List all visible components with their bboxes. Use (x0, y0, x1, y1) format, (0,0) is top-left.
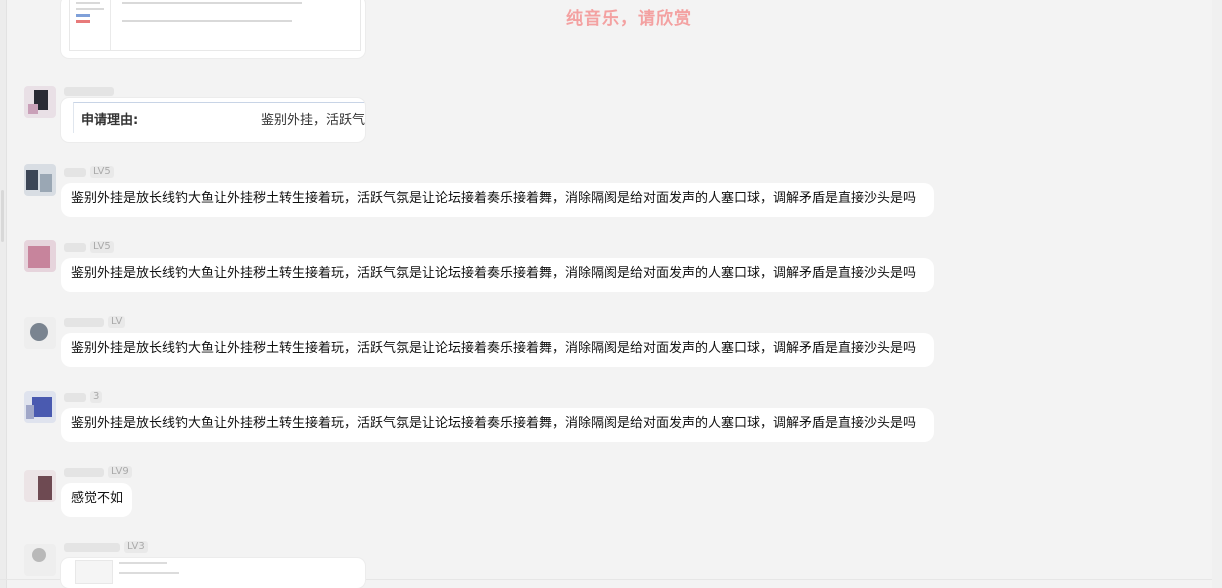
image-message-bottom[interactable] (61, 558, 365, 588)
resize-handle[interactable] (1, 190, 4, 242)
message-bubble[interactable]: 鉴别外挂是放长线钓大鱼让外挂秽土转生接着玩，活跃气氛是让论坛接着奏乐接着舞，消除… (61, 333, 934, 367)
avatar[interactable] (24, 164, 56, 196)
image-mark (76, 20, 90, 23)
image-preview (69, 0, 361, 51)
avatar[interactable] (24, 317, 56, 349)
sender-nickname: 3 (64, 391, 103, 403)
sender-nickname: LV5 (64, 241, 114, 253)
chat-message-list[interactable]: 纯音乐，请欣赏 申请理由: 鉴别外挂，活跃气氛 LV5 鉴别外挂是放长线钓大鱼 (0, 0, 1222, 588)
avatar[interactable] (24, 544, 56, 576)
image-message-top[interactable] (61, 0, 365, 58)
level-badge: LV5 (90, 241, 114, 253)
message-bubble[interactable]: 鉴别外挂是放长线钓大鱼让外挂秽土转生接着玩，活跃气氛是让论坛接着奏乐接着舞，消除… (61, 258, 934, 292)
avatar[interactable] (24, 240, 56, 272)
reason-value: 鉴别外挂，活跃气氛 (261, 113, 365, 128)
level-badge: LV (108, 316, 126, 328)
level-badge: LV3 (124, 541, 148, 553)
image-line (76, 2, 100, 4)
sender-nickname: LV5 (64, 166, 114, 178)
message-bubble[interactable]: 鉴别外挂是放长线钓大鱼让外挂秽土转生接着玩，活跃气氛是让论坛接着奏乐接着舞，消除… (61, 408, 934, 442)
level-badge: LV9 (108, 466, 132, 478)
image-message-reason[interactable]: 申请理由: 鉴别外挂，活跃气氛 (61, 98, 365, 142)
reason-label: 申请理由: (81, 113, 139, 128)
image-line (122, 20, 292, 22)
scrollbar[interactable] (1212, 0, 1222, 588)
image-mark (76, 14, 90, 17)
image-line (122, 2, 302, 4)
sender-nickname: LV3 (64, 541, 148, 553)
avatar[interactable] (24, 470, 56, 502)
overlay-caption: 纯音乐，请欣赏 (566, 9, 692, 29)
avatar[interactable] (24, 86, 56, 118)
level-badge: LV5 (90, 166, 114, 178)
avatar[interactable] (24, 391, 56, 423)
level-badge: 3 (90, 391, 103, 403)
image-line (119, 562, 167, 564)
sender-nickname: LV (64, 316, 126, 328)
sender-nickname: LV9 (64, 466, 132, 478)
message-bubble[interactable]: 感觉不如 (61, 483, 132, 517)
sender-nickname (64, 86, 118, 98)
pane-divider[interactable] (0, 0, 7, 588)
image-thumbnail (75, 560, 113, 584)
image-line (119, 572, 179, 574)
message-bubble[interactable]: 鉴别外挂是放长线钓大鱼让外挂秽土转生接着玩，活跃气氛是让论坛接着奏乐接着舞，消除… (61, 183, 934, 217)
image-line (76, 8, 104, 10)
